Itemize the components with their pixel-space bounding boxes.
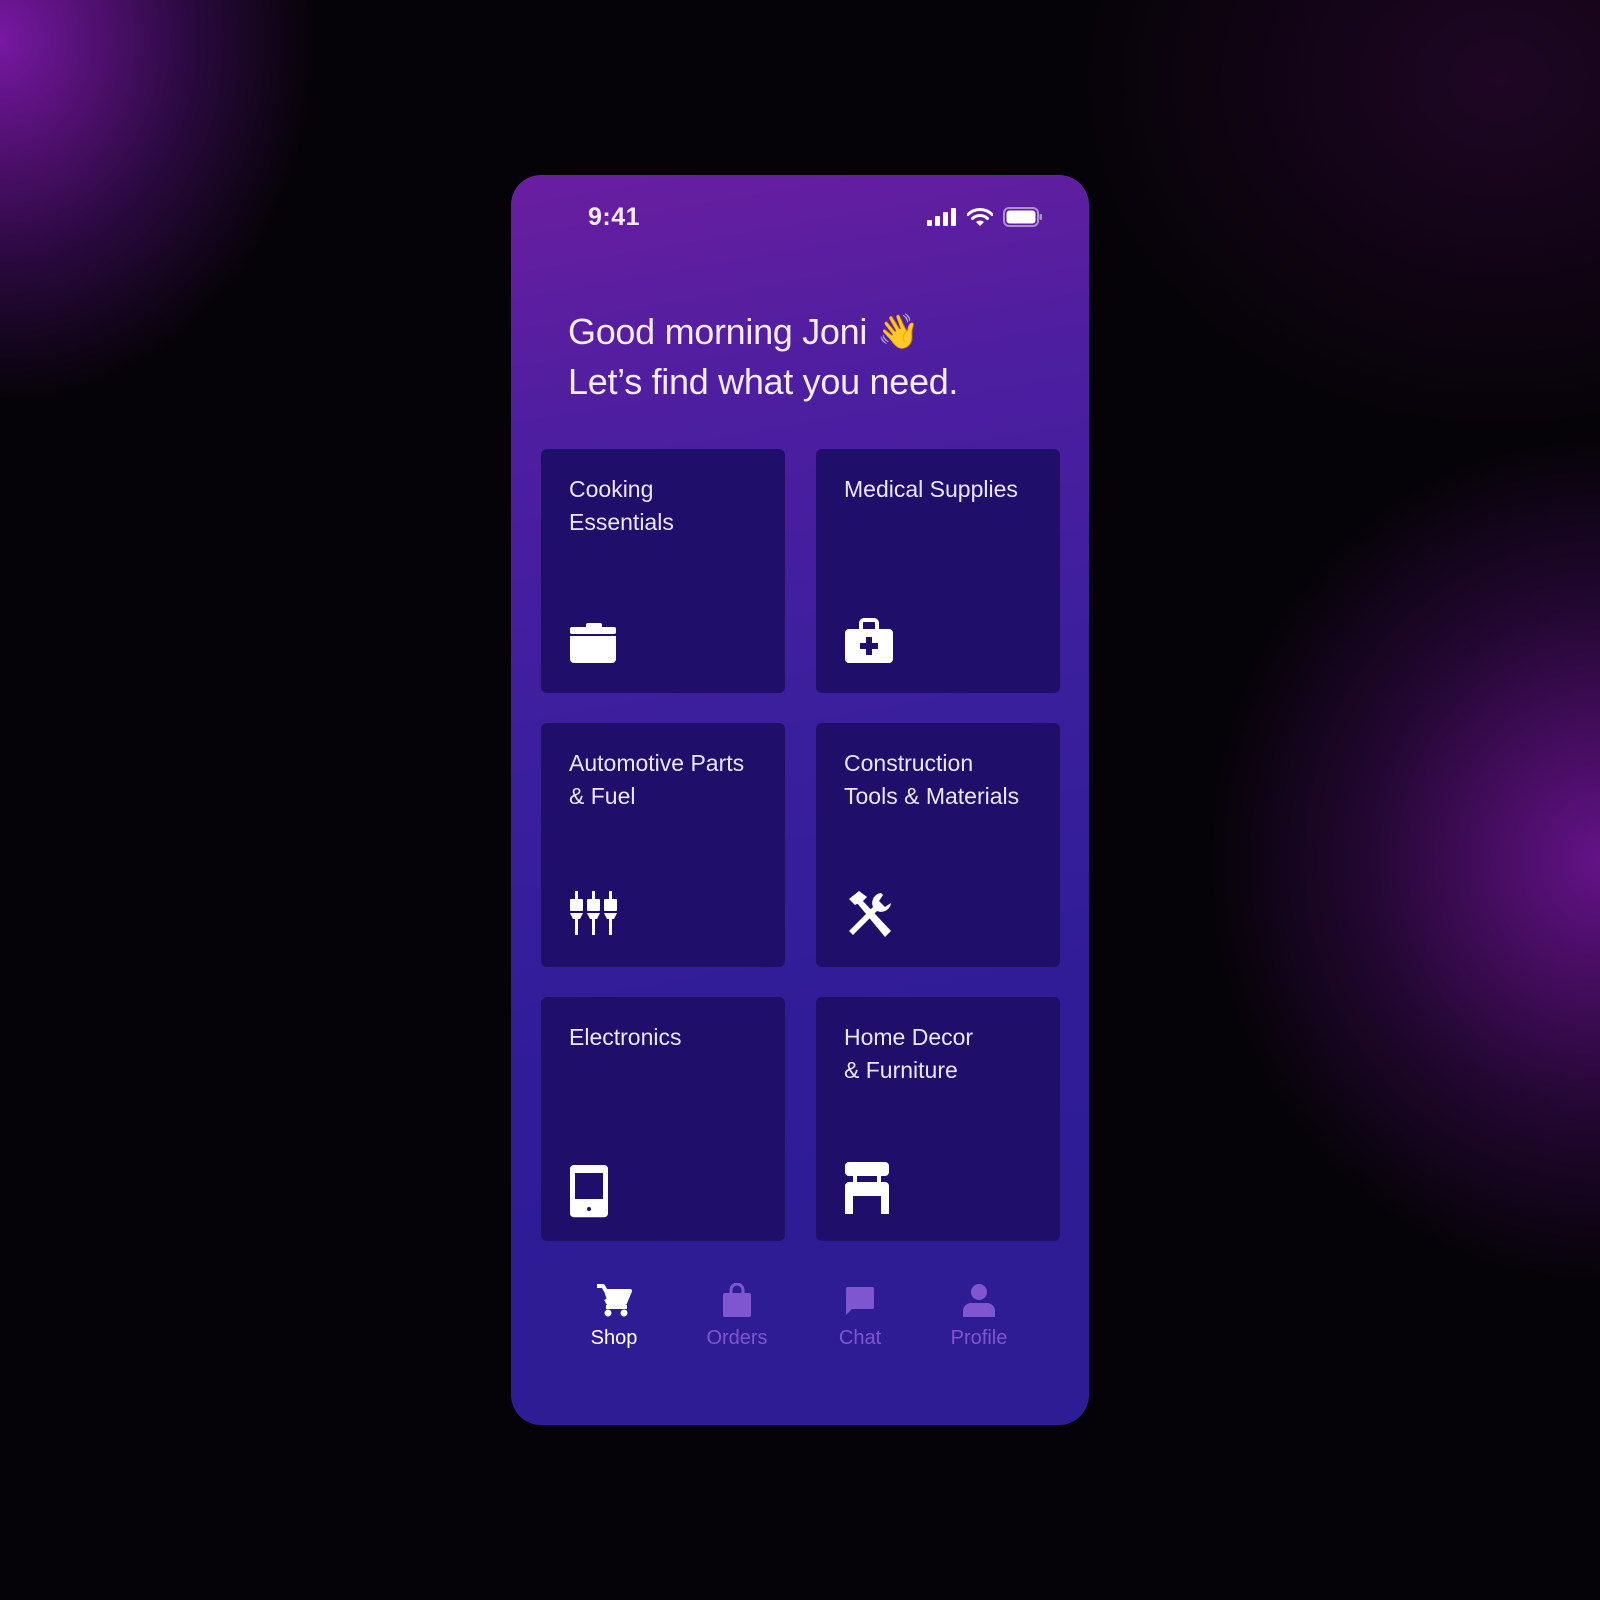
chair-icon bbox=[845, 1162, 889, 1214]
category-card-construction[interactable]: Construction Tools & Materials bbox=[816, 723, 1060, 967]
nav-label: Shop bbox=[590, 1327, 638, 1349]
category-card-cooking[interactable]: Cooking Essentials bbox=[541, 449, 785, 693]
category-label: Home Decor & Furniture bbox=[844, 1024, 974, 1083]
greeting: Good morning Joni 👋 Let’s find what you … bbox=[568, 307, 958, 407]
category-label: Cooking Essentials bbox=[569, 476, 674, 535]
medical-kit-icon bbox=[845, 618, 893, 663]
signal-icon bbox=[927, 208, 956, 226]
bottom-navigation: Shop Orders Chat Profile bbox=[511, 1275, 1089, 1375]
wifi-icon bbox=[967, 207, 993, 226]
category-label: Construction Tools & Materials bbox=[844, 750, 1020, 809]
cooking-pot-icon bbox=[570, 623, 616, 663]
user-icon bbox=[963, 1284, 995, 1317]
greeting-subtitle: Let’s find what you need. bbox=[568, 361, 959, 402]
category-card-electronics[interactable]: Electronics bbox=[541, 997, 785, 1241]
shopping-bag-icon bbox=[723, 1283, 751, 1317]
nav-label: Profile bbox=[950, 1327, 1008, 1349]
hammer-wrench-icon bbox=[849, 891, 891, 937]
status-icons bbox=[927, 207, 1043, 227]
category-card-automotive[interactable]: Automotive Parts & Fuel bbox=[541, 723, 785, 967]
chat-bubble-icon bbox=[846, 1287, 874, 1315]
cart-icon bbox=[597, 1284, 632, 1317]
category-label: Medical Supplies bbox=[844, 476, 1018, 502]
nav-item-orders[interactable]: Orders bbox=[682, 1275, 792, 1350]
status-time: 9:41 bbox=[588, 203, 641, 231]
waving-hand-icon: 👋 bbox=[877, 313, 920, 351]
battery-icon bbox=[1003, 207, 1042, 227]
category-label: Electronics bbox=[569, 1024, 682, 1050]
nav-label: Chat bbox=[838, 1327, 882, 1349]
category-grid: Cooking Essentials Medical Supplies Auto… bbox=[541, 449, 1060, 1241]
phone-screen: 9:41 Good morning Joni 👋 Let’s find what… bbox=[511, 175, 1089, 1425]
category-label: Automotive Parts & Fuel bbox=[569, 750, 745, 809]
status-bar: 9:41 bbox=[511, 175, 1089, 265]
spark-plugs-icon bbox=[570, 891, 617, 935]
greeting-title: Good morning Joni bbox=[568, 311, 868, 352]
mobile-phone-icon bbox=[570, 1165, 608, 1218]
nav-item-profile[interactable]: Profile bbox=[924, 1275, 1034, 1350]
nav-item-shop[interactable]: Shop bbox=[559, 1275, 669, 1350]
category-card-home-decor[interactable]: Home Decor & Furniture bbox=[816, 997, 1060, 1241]
nav-label: Orders bbox=[706, 1327, 768, 1349]
category-card-medical[interactable]: Medical Supplies bbox=[816, 449, 1060, 693]
nav-item-chat[interactable]: Chat bbox=[805, 1275, 915, 1350]
